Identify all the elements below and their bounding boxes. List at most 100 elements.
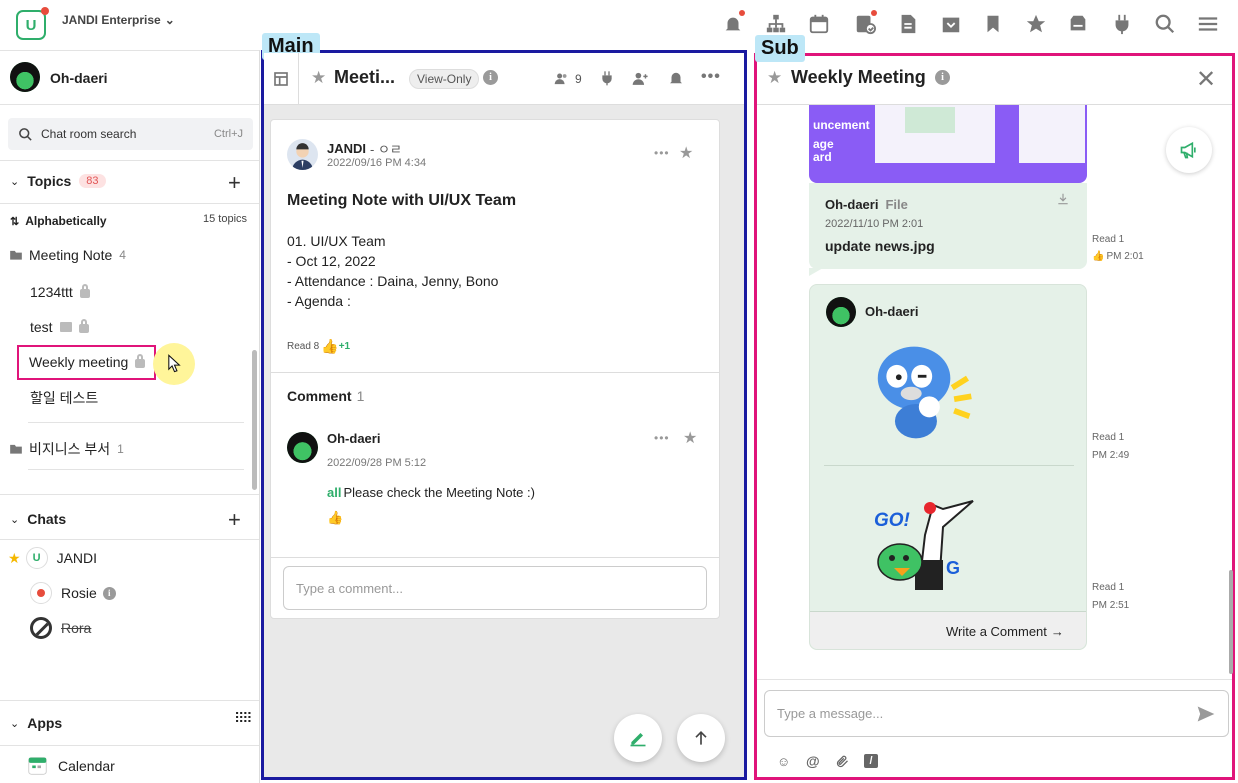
sub-label-tag: Sub [755, 35, 805, 62]
task-icon[interactable] [853, 10, 877, 36]
write-post-button[interactable] [614, 714, 662, 762]
sidebar-scrollbar[interactable] [252, 350, 257, 490]
archive-icon[interactable] [939, 12, 963, 36]
arrow-up-icon [695, 730, 707, 745]
chat-room-search[interactable]: Chat room search Ctrl+J [8, 118, 253, 150]
post-line: - Agenda : [287, 293, 351, 309]
rosie-avatar [30, 582, 52, 604]
more-icon[interactable]: ••• [654, 146, 670, 160]
go-sticker-image[interactable]: GO! G [870, 500, 980, 600]
chat-item-rora[interactable]: Rora [30, 617, 91, 639]
post-line: - Attendance : Daina, Jenny, Bono [287, 273, 499, 289]
calendar-icon[interactable] [807, 12, 831, 36]
bell-icon[interactable] [721, 10, 745, 36]
search-icon[interactable] [1153, 12, 1177, 36]
sub-scrollbar[interactable] [1229, 570, 1233, 674]
dog-sticker-image[interactable] [868, 340, 983, 445]
chat-label: Rora [61, 620, 92, 636]
thumbs-up-icon[interactable]: 👍 [321, 338, 338, 355]
topics-header[interactable]: ⌄ Topics 83 [10, 173, 106, 189]
add-chat-icon[interactable]: + [228, 507, 241, 533]
topic-item-weekly-meeting[interactable]: Weekly meeting [29, 353, 146, 370]
org-chart-icon[interactable] [764, 12, 788, 36]
comment-author-avatar[interactable] [287, 432, 318, 463]
close-icon[interactable]: ✕ [1196, 65, 1216, 94]
bookmark-icon[interactable] [981, 12, 1005, 36]
plug-icon[interactable] [599, 70, 615, 86]
menu-icon[interactable] [1196, 12, 1220, 36]
info-icon[interactable]: i [102, 586, 116, 600]
write-comment-button[interactable]: Write a Comment → [946, 624, 1064, 639]
file-preview-image[interactable]: uncement age ard [809, 105, 1087, 183]
star-icon[interactable]: ★ [767, 68, 782, 88]
app-item-calendar[interactable]: Calendar [27, 755, 115, 776]
file-icon[interactable] [896, 12, 920, 36]
post-author[interactable]: JANDI - ㅇㄹ [327, 139, 402, 158]
download-icon[interactable] [1056, 192, 1070, 206]
more-icon[interactable]: ••• [701, 68, 721, 86]
topic-item-test[interactable]: test [30, 318, 89, 335]
sticker-go-text: GO! [874, 510, 910, 531]
comment-input[interactable]: Type a comment... [283, 566, 707, 610]
author-name: JANDI [327, 141, 367, 156]
comment-title: Comment [287, 388, 352, 404]
divider [0, 745, 259, 746]
attachment-icon[interactable] [835, 754, 850, 769]
members-icon [554, 73, 567, 85]
notification-settings-icon[interactable] [667, 69, 685, 87]
divider [0, 104, 259, 105]
divider [0, 494, 259, 495]
divider [757, 679, 1232, 680]
slash-command-icon[interactable]: / [864, 754, 878, 768]
message-input[interactable]: Type a message... [764, 690, 1229, 737]
preview-text: uncement age ard [813, 119, 870, 164]
star-icon[interactable]: ★ [311, 68, 326, 88]
thumbs-up-icon[interactable]: 👍 [327, 510, 343, 526]
team-name-dropdown[interactable]: JANDI Enterprise ⌄ [58, 13, 175, 27]
folder-meeting-note[interactable]: Meeting Note 4 [9, 247, 126, 263]
info-icon[interactable]: i [935, 70, 950, 85]
chat-label: JANDI [56, 550, 98, 566]
star-icon[interactable] [1024, 12, 1048, 36]
jandi-author-avatar[interactable] [287, 139, 318, 170]
apps-header[interactable]: ⌄ Apps [10, 715, 62, 731]
panel-toggle-icon[interactable] [264, 53, 299, 105]
mention-all[interactable]: all [327, 485, 341, 500]
plug-icon[interactable] [1110, 12, 1134, 36]
drive-icon[interactable] [1066, 12, 1090, 36]
star-icon[interactable]: ★ [679, 143, 693, 163]
apps-grid-icon[interactable]: ⠿⠿ [234, 711, 252, 725]
emoji-icon[interactable]: ☺ [777, 754, 790, 769]
folder-name: 비지니스 부서 [29, 441, 111, 457]
chat-item-jandi[interactable]: ★ U JANDI [8, 547, 97, 569]
scroll-top-button[interactable] [677, 714, 725, 762]
jandi-logo[interactable]: U [16, 7, 49, 40]
chat-item-rosie[interactable]: Rosie i [30, 582, 116, 604]
comment-author[interactable]: Oh-daeri [327, 431, 380, 446]
topic-item-1234ttt[interactable]: 1234ttt [30, 283, 90, 300]
topic-item-todo-test[interactable]: 할일 테스트 [30, 388, 98, 408]
search-shortcut: Ctrl+J [213, 128, 243, 140]
info-icon[interactable]: i [483, 70, 498, 85]
board-icon [59, 322, 72, 332]
folder-business-dept[interactable]: 비지니스 부서 1 [9, 439, 124, 459]
add-topic-icon[interactable]: + [228, 170, 241, 196]
chats-header[interactable]: ⌄ Chats [10, 511, 66, 527]
more-icon[interactable]: ••• [654, 431, 670, 445]
announcement-button[interactable] [1166, 127, 1212, 173]
comment-text: all Please check the Meeting Note :) [327, 485, 535, 500]
invite-member-icon[interactable] [632, 70, 649, 87]
topic-title: Meeti... [334, 67, 396, 87]
sticker-author-avatar[interactable] [826, 297, 856, 327]
send-icon[interactable] [1196, 704, 1216, 724]
members-button[interactable]: 9 [553, 71, 582, 86]
user-avatar[interactable] [10, 62, 40, 92]
divider [28, 469, 244, 470]
thumbs-up-icon[interactable]: 👍 [1092, 251, 1104, 262]
mention-icon[interactable]: @ [806, 753, 820, 769]
file-name[interactable]: update news.jpg [825, 238, 935, 254]
sort-alphabetically[interactable]: ⇅ Alphabetically [10, 214, 107, 228]
user-name[interactable]: Oh-daeri [50, 70, 108, 86]
star-icon[interactable]: ★ [683, 428, 697, 448]
sticker-author[interactable]: Oh-daeri [865, 304, 918, 319]
